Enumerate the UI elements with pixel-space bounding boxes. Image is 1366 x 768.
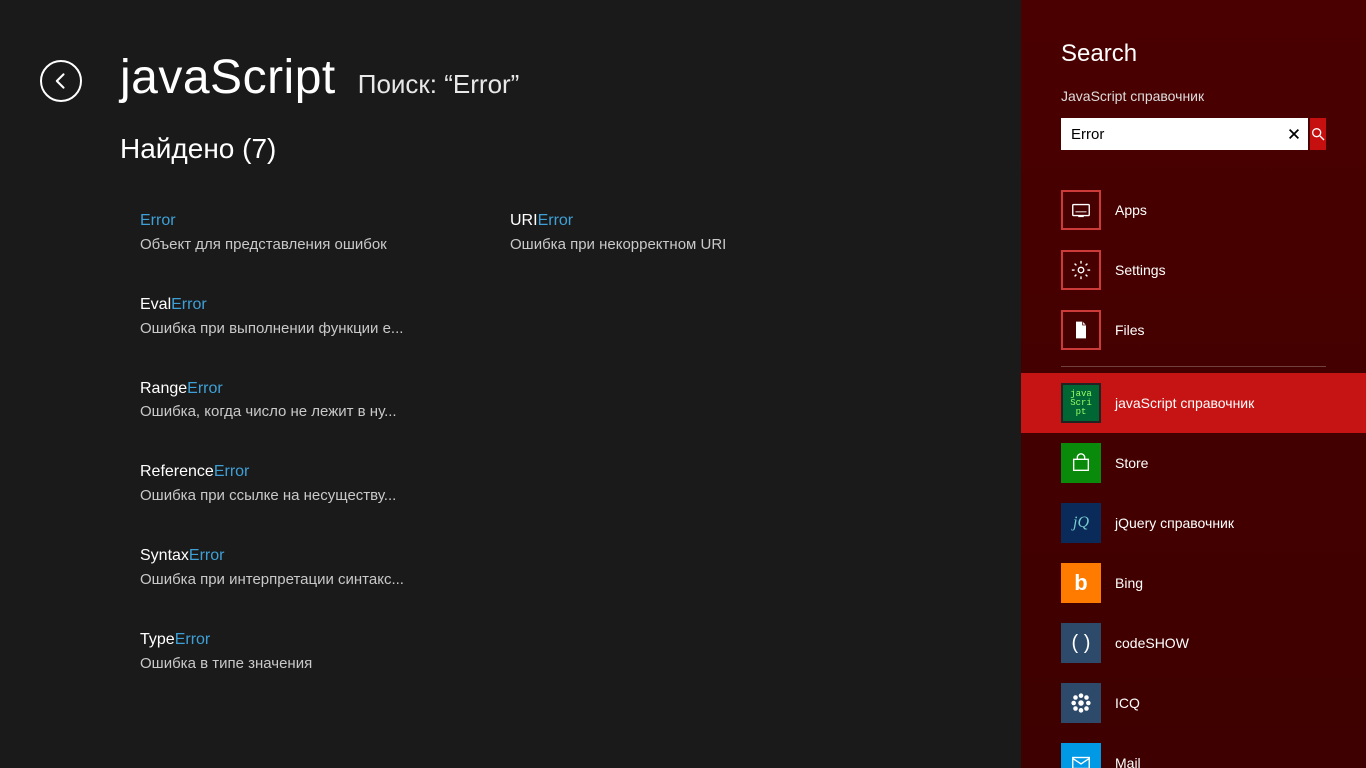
charm-item-settings[interactable]: Settings [1021,240,1366,300]
charm-app-jquery[interactable]: jQ jQuery справочник [1021,493,1366,553]
file-icon [1061,310,1101,350]
charm-item-label: jQuery справочник [1115,515,1234,531]
js-app-icon: javaScript [1061,383,1101,423]
results-column-1: Error Объект для представления ошибок Ev… [140,211,440,714]
charm-item-label: Files [1115,322,1145,338]
search-subtitle: Поиск: “Error” [358,69,520,100]
charm-title: Search [1061,40,1326,68]
search-submit-button[interactable] [1310,118,1326,150]
charm-item-label: Bing [1115,575,1143,591]
charm-app-codeshow[interactable]: ( ) codeSHOW [1021,613,1366,673]
result-item[interactable]: EvalError Ошибка при выполнении функции … [140,295,440,337]
result-description: Ошибка в типе значения [140,655,420,672]
charm-app-js-ref[interactable]: javaScript javaScript справочник [1021,373,1366,433]
result-item[interactable]: Error Объект для представления ошибок [140,211,440,253]
back-button[interactable] [40,60,82,102]
results-count: Найдено (7) [120,133,1021,165]
jquery-icon: jQ [1061,503,1101,543]
search-box [1061,118,1308,150]
result-item[interactable]: RangeError Ошибка, когда число не лежит … [140,379,440,421]
search-charm-panel: Search JavaScript справочник Apps [1021,0,1366,768]
bing-icon: b [1061,563,1101,603]
charm-item-label: Settings [1115,262,1166,278]
results-column-2: URIError Ошибка при некорректном URI [510,211,810,714]
mail-icon [1061,743,1101,768]
search-input[interactable] [1061,118,1280,150]
result-item[interactable]: ReferenceError Ошибка при ссылке на несу… [140,462,440,504]
charm-app-mail[interactable]: Mail [1021,733,1366,768]
charm-item-label: codeSHOW [1115,635,1189,651]
result-item[interactable]: TypeError Ошибка в типе значения [140,630,440,672]
search-row [1061,118,1326,150]
gear-icon [1061,250,1101,290]
arrow-left-icon [51,71,71,91]
result-item[interactable]: URIError Ошибка при некорректном URI [510,211,810,253]
result-description: Ошибка при некорректном URI [510,236,790,253]
charm-app-bing[interactable]: b Bing [1021,553,1366,613]
result-description: Ошибка при ссылке на несуществу... [140,487,420,504]
charm-item-apps[interactable]: Apps [1021,180,1366,240]
app-title: javaScript [120,50,336,105]
clear-search-button[interactable] [1280,118,1308,150]
results-area: Error Объект для представления ошибок Ev… [140,211,1021,714]
result-item[interactable]: SyntaxError Ошибка при интерпретации син… [140,546,440,588]
store-icon [1061,443,1101,483]
apps-icon [1061,190,1101,230]
icq-icon [1061,683,1101,723]
charm-item-files[interactable]: Files [1021,300,1366,360]
charm-separator [1061,366,1326,367]
charm-context: JavaScript справочник [1061,88,1326,104]
codeshow-icon: ( ) [1061,623,1101,663]
charm-item-label: Store [1115,455,1148,471]
header: javaScript Поиск: “Error” [120,50,1021,105]
close-icon [1287,127,1301,141]
result-description: Ошибка при выполнении функции e... [140,320,420,337]
main-content: javaScript Поиск: “Error” Найдено (7) Er… [0,0,1021,768]
charm-app-store[interactable]: Store [1021,433,1366,493]
result-description: Объект для представления ошибок [140,236,420,253]
charm-item-label: javaScript справочник [1115,395,1254,411]
search-icon [1310,126,1326,142]
charm-item-label: Apps [1115,202,1147,218]
charm-app-icq[interactable]: ICQ [1021,673,1366,733]
charm-item-label: Mail [1115,755,1141,768]
charm-item-label: ICQ [1115,695,1140,711]
result-description: Ошибка, когда число не лежит в ну... [140,403,420,420]
charm-scope-list: Apps Settings Files javaScript javaScrip… [1021,180,1366,768]
result-description: Ошибка при интерпретации синтакс... [140,571,420,588]
